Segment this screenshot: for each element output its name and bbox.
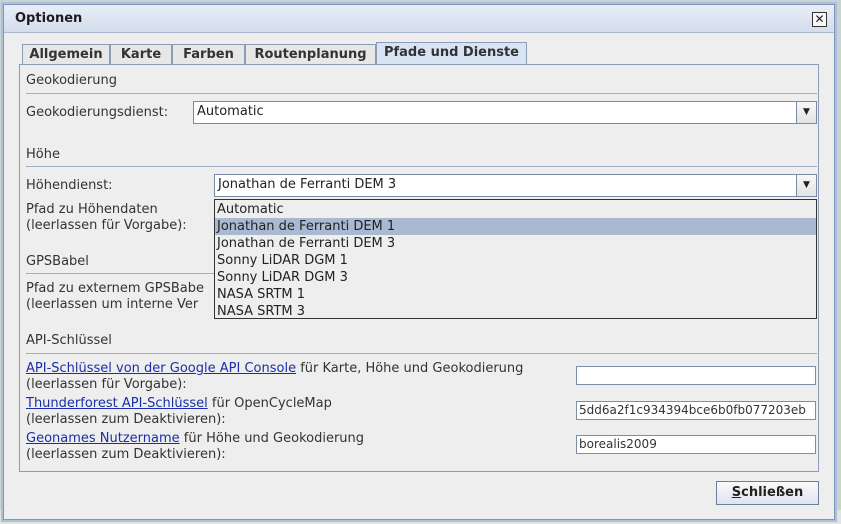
tab-pfade-und-dienste[interactable]: Pfade und Dienste — [376, 42, 527, 64]
dialog-title: Optionen — [15, 11, 83, 26]
google-api-key-input[interactable] — [576, 366, 816, 385]
section-api-keys: API-Schlüssel — [26, 333, 112, 348]
tab-farben[interactable]: Farben — [172, 44, 245, 64]
geocoding-service-label: Geokodierungsdienst: — [26, 105, 169, 120]
google-api-row: API-Schlüssel von der Google API Console… — [26, 360, 523, 377]
geocoding-service-select[interactable]: Automatic ▼ — [193, 101, 817, 124]
geonames-username-input[interactable]: borealis2009 — [576, 435, 816, 454]
gpsbabel-path-label: Pfad zu externem GPSBabe — [26, 281, 204, 296]
height-service-label: Höhendienst: — [26, 178, 113, 193]
close-icon[interactable]: ✕ — [812, 12, 827, 27]
dropdown-option[interactable]: Automatic — [215, 201, 816, 218]
thunderforest-description: für OpenCycleMap — [207, 396, 332, 411]
height-service-select[interactable]: Jonathan de Ferranti DEM 3 ▼ — [214, 174, 817, 197]
height-service-value: Jonathan de Ferranti DEM 3 — [218, 177, 397, 192]
google-api-hint: (leerlassen für Vorgabe): — [26, 377, 187, 392]
separator — [26, 166, 817, 167]
separator — [26, 353, 817, 354]
chevron-down-icon[interactable]: ▼ — [796, 102, 816, 123]
thunderforest-row: Thunderforest API-Schlüssel für OpenCycl… — [26, 395, 332, 412]
google-api-console-link[interactable]: API-Schlüssel von der Google API Console — [26, 361, 296, 376]
dropdown-option-selected[interactable]: Jonathan de Ferranti DEM 1 — [215, 218, 816, 235]
section-gpsbabel: GPSBabel — [26, 254, 89, 269]
geonames-description: für Höhe und Geokodierung — [179, 431, 365, 446]
tab-karte[interactable]: Karte — [110, 44, 172, 64]
section-geocoding: Geokodierung — [26, 73, 117, 88]
tab-routenplanung[interactable]: Routenplanung — [245, 44, 376, 64]
dropdown-option[interactable]: Sonny LiDAR DGM 3 — [215, 269, 816, 286]
dropdown-option[interactable]: Jonathan de Ferranti DEM 3 — [215, 235, 816, 252]
close-button[interactable]: Schließen — [716, 481, 819, 505]
separator — [26, 93, 817, 94]
close-button-mnemonic: S — [731, 485, 742, 500]
height-path-label: Pfad zu Höhendaten — [26, 202, 158, 217]
dropdown-option[interactable]: NASA SRTM 1 — [215, 286, 816, 303]
thunderforest-api-link[interactable]: Thunderforest API-Schlüssel — [26, 396, 208, 411]
geonames-hint: (leerlassen zum Deaktivieren): — [26, 447, 226, 462]
section-height: Höhe — [26, 147, 60, 162]
title-bar: Optionen ✕ — [4, 5, 834, 33]
geonames-username-link[interactable]: Geonames Nutzername — [26, 431, 180, 446]
height-service-dropdown: Automatic Jonathan de Ferranti DEM 1 Jon… — [214, 199, 817, 319]
google-api-description: für Karte, Höhe und Geokodierung — [296, 361, 524, 376]
thunderforest-api-key-input[interactable]: 5dd6a2f1c934394bce6b0fb077203eb — [576, 401, 816, 420]
geocoding-service-value: Automatic — [197, 104, 264, 119]
tab-allgemein[interactable]: Allgemein — [22, 44, 110, 64]
chevron-down-icon[interactable]: ▼ — [796, 175, 816, 196]
options-dialog: Optionen ✕ Allgemein Karte Farben Routen… — [3, 4, 835, 520]
gpsbabel-path-hint: (leerlassen um interne Ver — [26, 297, 199, 312]
geonames-row: Geonames Nutzername für Höhe und Geokodi… — [26, 430, 364, 447]
close-button-label: chließen — [741, 485, 804, 500]
dropdown-option[interactable]: Sonny LiDAR DGM 1 — [215, 252, 816, 269]
dropdown-option[interactable]: NASA SRTM 3 — [215, 303, 816, 320]
height-path-hint: (leerlassen für Vorgabe): — [26, 218, 187, 233]
thunderforest-hint: (leerlassen zum Deaktivieren): — [26, 412, 226, 427]
